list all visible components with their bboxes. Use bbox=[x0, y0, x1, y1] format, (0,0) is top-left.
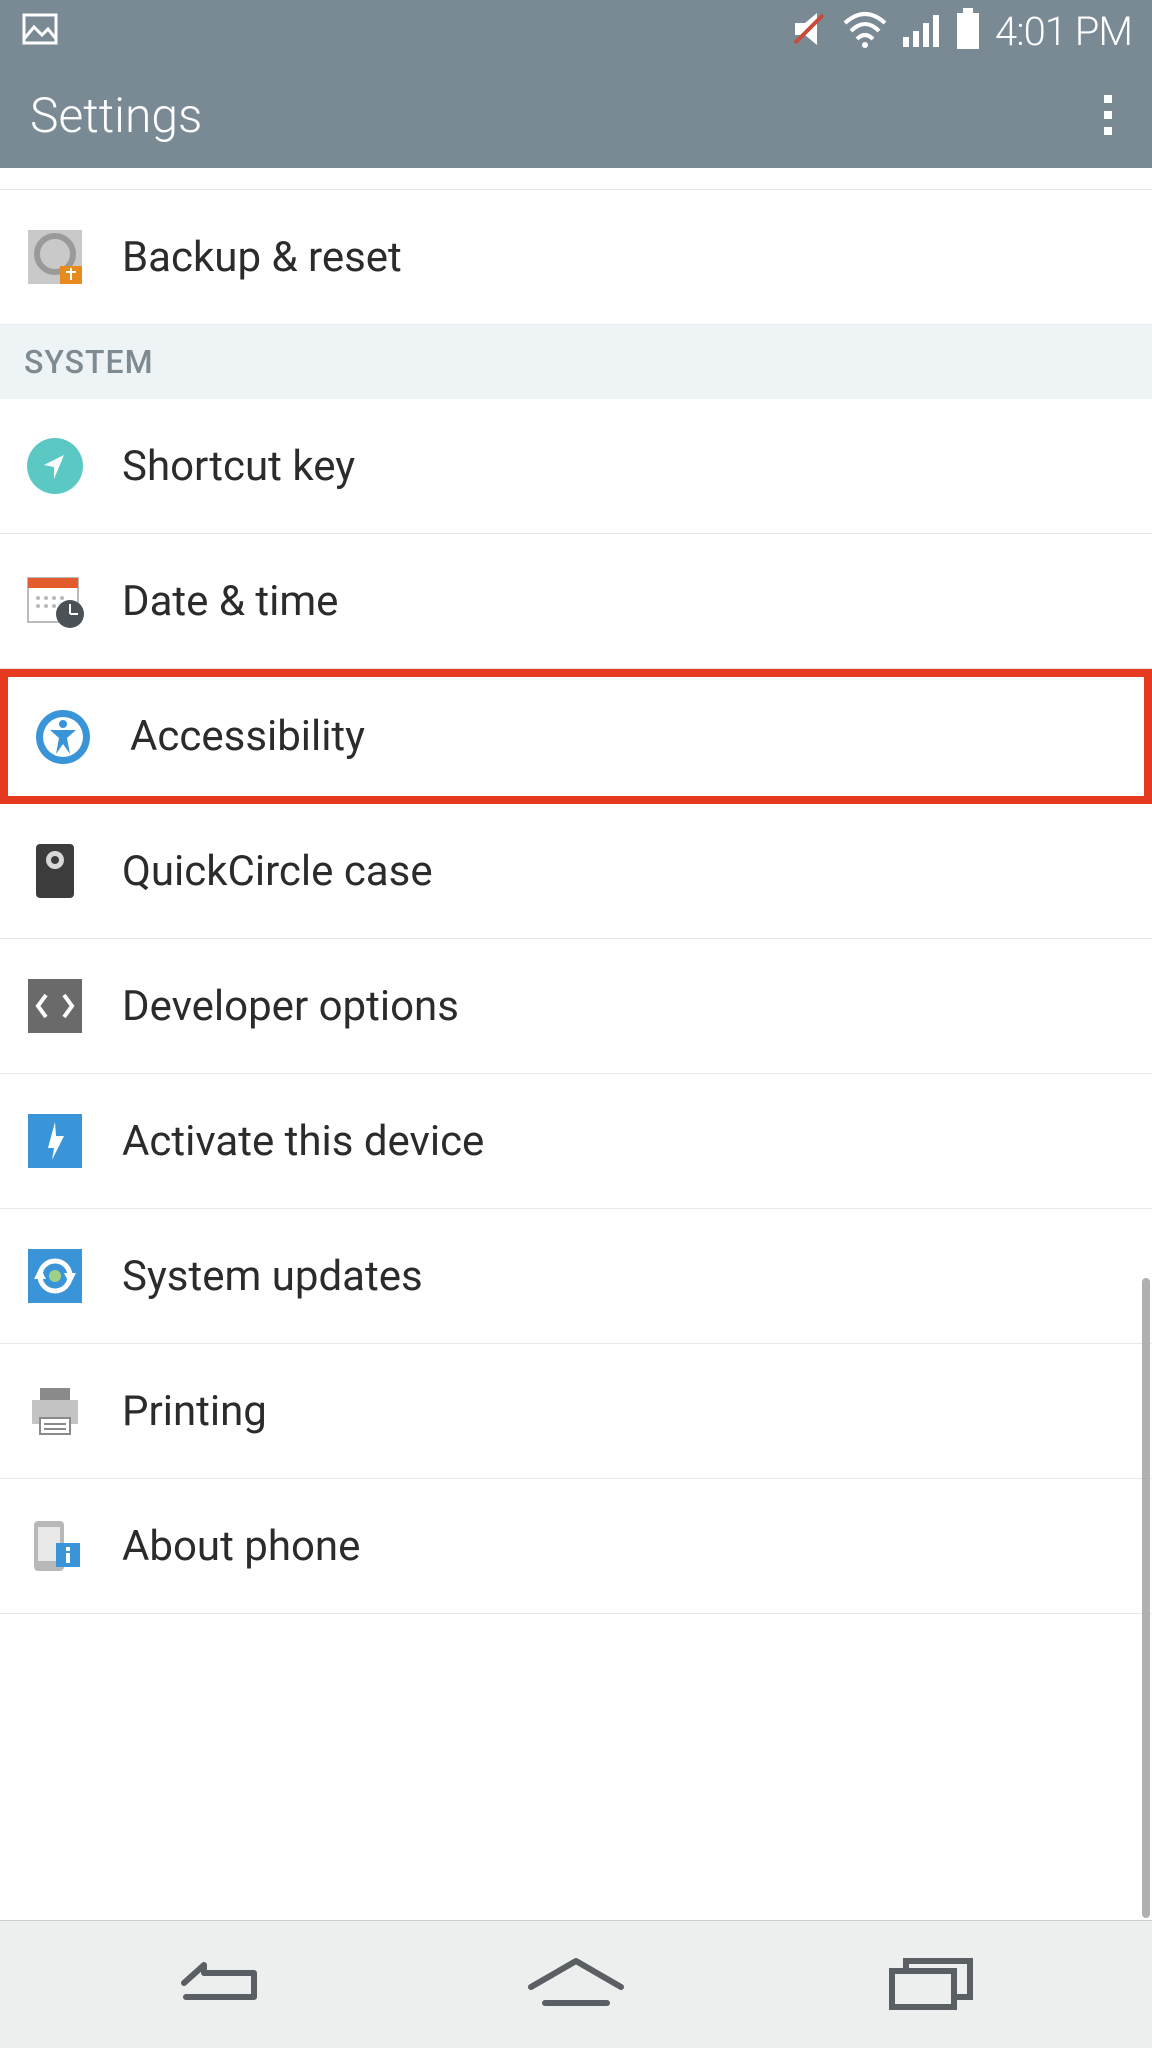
signal-icon bbox=[901, 9, 941, 53]
system-updates-icon bbox=[26, 1247, 84, 1305]
scrollbar[interactable] bbox=[1142, 1278, 1150, 1918]
mute-icon bbox=[789, 9, 829, 53]
status-time: 4:01 PM bbox=[995, 8, 1132, 55]
list-gap bbox=[0, 168, 1152, 190]
accessibility-icon bbox=[34, 708, 92, 766]
about-phone-icon bbox=[26, 1517, 84, 1575]
settings-item-about-phone[interactable]: About phone bbox=[0, 1479, 1152, 1614]
settings-item-date-time[interactable]: Date & time bbox=[0, 534, 1152, 669]
settings-item-printing[interactable]: Printing bbox=[0, 1344, 1152, 1479]
status-bar: 4:01 PM bbox=[0, 0, 1152, 62]
settings-list[interactable]: Backup & reset SYSTEM Shortcut key Date … bbox=[0, 168, 1152, 1920]
shortcut-key-icon bbox=[26, 437, 84, 495]
section-header-system: SYSTEM bbox=[0, 325, 1152, 399]
activate-device-icon bbox=[26, 1112, 84, 1170]
navigation-bar bbox=[0, 1920, 1152, 2048]
quickcircle-icon bbox=[26, 842, 84, 900]
settings-item-quickcircle[interactable]: QuickCircle case bbox=[0, 804, 1152, 939]
settings-item-label: Backup & reset bbox=[122, 233, 402, 282]
home-button[interactable] bbox=[521, 1953, 631, 2017]
overflow-menu-button[interactable] bbox=[1094, 85, 1122, 145]
settings-item-label: QuickCircle case bbox=[122, 847, 433, 896]
settings-item-label: Accessibility bbox=[130, 712, 365, 761]
settings-item-label: Activate this device bbox=[122, 1117, 484, 1166]
printing-icon bbox=[26, 1382, 84, 1440]
settings-item-label: System updates bbox=[122, 1252, 423, 1301]
settings-item-backup-reset[interactable]: Backup & reset bbox=[0, 190, 1152, 325]
settings-item-label: Date & time bbox=[122, 577, 338, 626]
settings-item-label: Shortcut key bbox=[122, 442, 355, 491]
app-title: Settings bbox=[30, 87, 202, 144]
date-time-icon bbox=[26, 572, 84, 630]
image-notification-icon bbox=[20, 9, 60, 53]
settings-item-label: Printing bbox=[122, 1387, 267, 1436]
backup-reset-icon bbox=[26, 228, 84, 286]
settings-item-activate-device[interactable]: Activate this device bbox=[0, 1074, 1152, 1209]
settings-item-system-updates[interactable]: System updates bbox=[0, 1209, 1152, 1344]
back-button[interactable] bbox=[164, 1953, 274, 2017]
settings-item-accessibility[interactable]: Accessibility bbox=[0, 669, 1152, 804]
battery-icon bbox=[955, 8, 981, 54]
wifi-icon bbox=[843, 9, 887, 53]
settings-item-label: Developer options bbox=[122, 982, 459, 1031]
recent-apps-button[interactable] bbox=[878, 1953, 988, 2017]
settings-item-shortcut-key[interactable]: Shortcut key bbox=[0, 399, 1152, 534]
developer-options-icon bbox=[26, 977, 84, 1035]
app-bar: Settings bbox=[0, 62, 1152, 168]
settings-item-label: About phone bbox=[122, 1522, 360, 1571]
settings-item-developer-options[interactable]: Developer options bbox=[0, 939, 1152, 1074]
